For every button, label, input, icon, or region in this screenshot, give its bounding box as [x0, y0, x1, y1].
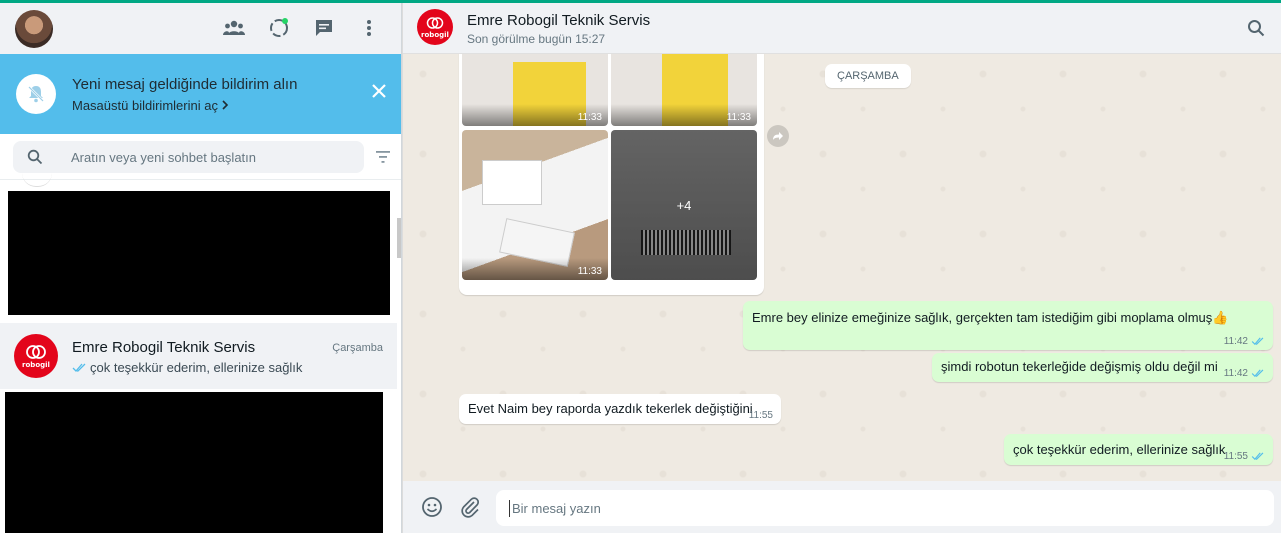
- my-avatar[interactable]: [15, 10, 53, 48]
- photo-time: 11:33: [726, 112, 751, 123]
- close-icon[interactable]: [369, 81, 389, 101]
- photo-thumbnail[interactable]: 11:33: [462, 54, 608, 126]
- left-pane: Yeni mesaj geldiğinde bildirim alın Masa…: [0, 3, 402, 533]
- message-text: Emre bey elinize emeğinize sağlık, gerçe…: [752, 310, 1229, 325]
- conversation-pane: robogil Emre Robogil Teknik Servis Son g…: [403, 3, 1281, 533]
- message-composer: [403, 481, 1281, 533]
- photo-thumbnail[interactable]: 11:33: [611, 54, 757, 126]
- photo-time: 11:33: [577, 112, 602, 123]
- incoming-message[interactable]: Evet Naim bey raporda yazdık tekerlek de…: [459, 394, 781, 424]
- last-seen-status: Son görülme bugün 15:27: [467, 32, 606, 46]
- contact-avatar[interactable]: robogil: [417, 9, 453, 45]
- notification-title: Yeni mesaj geldiğinde bildirim alın: [72, 76, 298, 93]
- message-meta: 11:55: [1224, 451, 1265, 462]
- double-check-icon: [1251, 337, 1264, 346]
- search-input[interactable]: [71, 141, 351, 173]
- robogil-logo: robogil: [14, 334, 58, 378]
- message-time: 11:55: [1223, 451, 1248, 462]
- search-bar: [0, 134, 401, 180]
- double-check-icon: [1251, 369, 1264, 378]
- emoji-icon[interactable]: [421, 496, 443, 518]
- status-icon[interactable]: [267, 16, 291, 40]
- forward-icon[interactable]: [767, 125, 789, 147]
- chat-time: Çarşamba: [332, 342, 383, 354]
- search-box: [13, 141, 364, 173]
- communities-icon[interactable]: [222, 16, 246, 40]
- message-text: şimdi robotun tekerleğide değişmiş oldu …: [941, 359, 1218, 374]
- enable-notifications-link[interactable]: Masaüstü bildirimlerini aç: [72, 98, 229, 113]
- contact-name: Emre Robogil Teknik Servis: [467, 12, 651, 29]
- chat-preview: çok teşekkür ederim, ellerinize sağlık: [72, 360, 302, 375]
- message-time: 11:55: [748, 410, 773, 421]
- redacted-chat-item: [5, 392, 383, 533]
- contact-logo-text: robogil: [421, 30, 449, 39]
- partial-avatar: [22, 173, 52, 187]
- more-photos-count: +4: [611, 130, 757, 280]
- chat-list: robogil Emre Robogil Teknik Servis Çarşa…: [0, 181, 398, 533]
- search-icon: [27, 149, 43, 165]
- message-time: 11:42: [1223, 368, 1248, 379]
- date-divider: ÇARŞAMBA: [825, 64, 911, 88]
- double-check-icon: [72, 363, 86, 372]
- notification-link-label: Masaüstü bildirimlerini aç: [72, 98, 218, 113]
- double-check-icon: [1251, 452, 1264, 461]
- new-chat-icon[interactable]: [312, 16, 336, 40]
- robogil-logo-text: robogil: [22, 360, 50, 369]
- message-input[interactable]: [496, 490, 1274, 526]
- redacted-chat-item: [8, 191, 390, 315]
- outgoing-message[interactable]: şimdi robotun tekerleğide değişmiş oldu …: [932, 353, 1273, 382]
- conversation-header[interactable]: robogil Emre Robogil Teknik Servis Son g…: [403, 3, 1281, 54]
- filter-icon[interactable]: [374, 149, 392, 165]
- message-time: 11:42: [1223, 336, 1248, 347]
- chat-preview-text: çok teşekkür ederim, ellerinize sağlık: [90, 360, 303, 375]
- photo-thumbnail[interactable]: 11:33: [462, 130, 608, 280]
- chevron-right-icon: [222, 98, 229, 113]
- message-meta: 11:42: [1224, 368, 1265, 379]
- media-album-bubble[interactable]: 11:33 11:33 11:33 +4: [459, 54, 764, 295]
- message-text: çok teşekkür ederim, ellerinize sağlık: [1013, 442, 1226, 457]
- chat-list-item[interactable]: robogil Emre Robogil Teknik Servis Çarşa…: [0, 323, 397, 389]
- photo-time: 11:33: [577, 266, 602, 277]
- text-caret: [509, 500, 510, 517]
- message-meta: 11:42: [1224, 336, 1265, 347]
- menu-icon[interactable]: [357, 16, 381, 40]
- message-meta: 11:55: [749, 410, 773, 421]
- notification-banner: Yeni mesaj geldiğinde bildirim alın Masa…: [0, 54, 401, 134]
- outgoing-message[interactable]: Emre bey elinize emeğinize sağlık, gerçe…: [743, 301, 1273, 350]
- chat-name: Emre Robogil Teknik Servis: [72, 339, 256, 356]
- left-header: [0, 3, 401, 54]
- bell-off-icon: [16, 74, 56, 114]
- search-messages-icon[interactable]: [1247, 19, 1265, 37]
- message-area[interactable]: 11:33 11:33 11:33 +4 ÇARŞAMBA Emre bey e…: [403, 54, 1281, 481]
- paperclip-icon[interactable]: [459, 496, 481, 518]
- chat-list-scrollbar[interactable]: [397, 218, 401, 258]
- more-photos-thumbnail[interactable]: +4: [611, 130, 757, 280]
- outgoing-message[interactable]: çok teşekkür ederim, ellerinize sağlık 1…: [1004, 434, 1273, 465]
- message-text: Evet Naim bey raporda yazdık tekerlek de…: [468, 401, 753, 416]
